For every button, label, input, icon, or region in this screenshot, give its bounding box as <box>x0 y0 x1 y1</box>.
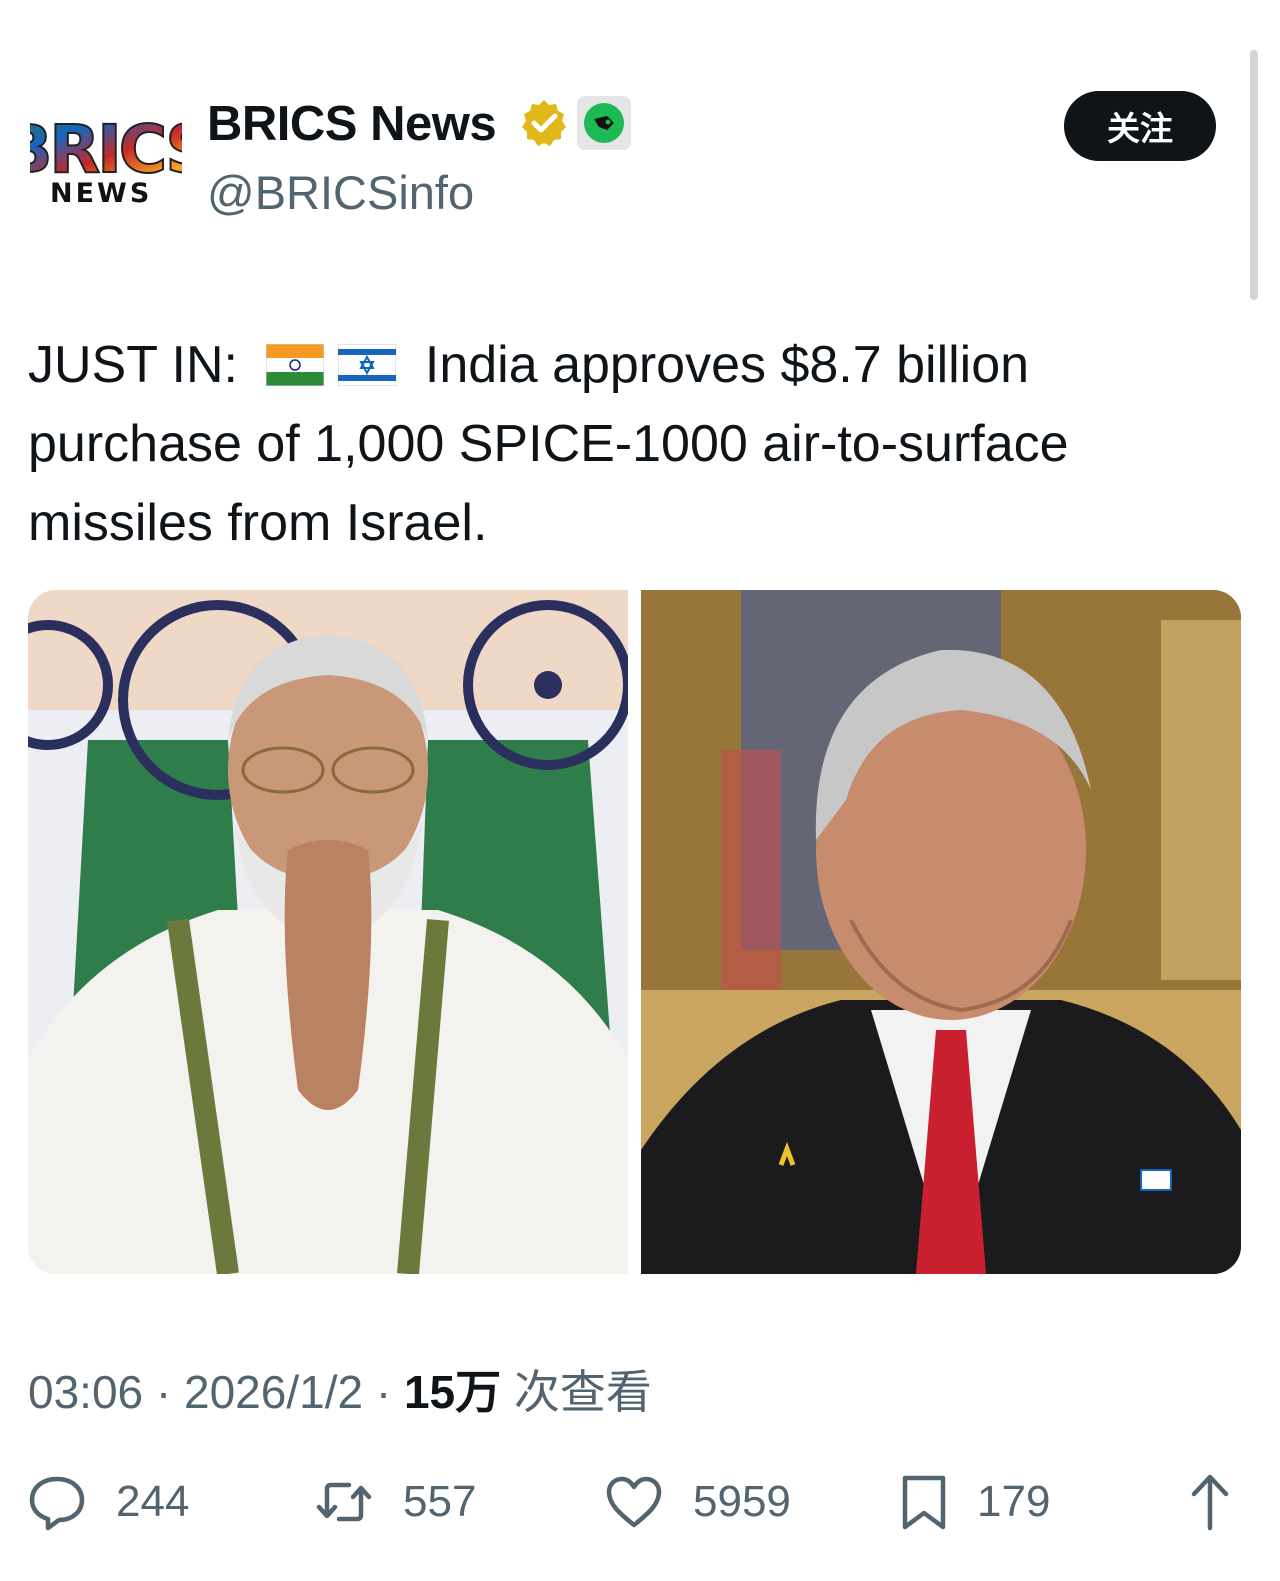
tweet-prefix: JUST IN: <box>28 336 238 394</box>
reply-icon <box>29 1476 85 1531</box>
logo-brics-text: BRICS <box>30 111 182 180</box>
tweet-line-1: India approves $8.7 billion <box>424 336 1030 394</box>
follow-button[interactable]: 关注 <box>1064 91 1216 161</box>
account-avatar[interactable]: BRICS NEWS <box>30 110 182 220</box>
photo-indian-leader[interactable] <box>28 590 628 1274</box>
account-handle[interactable]: @BRICSinfo <box>207 165 474 220</box>
account-name[interactable]: BRICS News <box>207 96 497 152</box>
bookmark-icon <box>902 1475 946 1530</box>
reply-button[interactable]: 244 <box>28 1470 189 1534</box>
scrollbar[interactable] <box>1250 50 1258 300</box>
view-label: 次查看 <box>513 1365 652 1419</box>
india-flag-icon <box>266 344 325 386</box>
tweet-media <box>28 590 1241 1274</box>
repost-button[interactable]: 557 <box>315 1470 476 1534</box>
bookmark-count: 179 <box>977 1477 1051 1526</box>
bookmark-button[interactable]: 179 <box>895 1470 1050 1534</box>
logo-news-text: NEWS <box>50 178 153 209</box>
meta-separator: · <box>155 1366 172 1418</box>
verified-badge-icon <box>522 100 566 146</box>
action-bar: 244 557 5959 179 <box>0 1470 1280 1540</box>
tweet-line-3: missiles from Israel. <box>28 494 488 552</box>
tweet-line-2: purchase of 1,000 SPICE-1000 air-to-surf… <box>28 415 1069 473</box>
tweet-date[interactable]: 2026/1/2 <box>184 1366 363 1418</box>
israel-flag-icon <box>338 344 397 386</box>
view-count: 15万 <box>403 1366 502 1418</box>
share-icon[interactable] <box>1180 1470 1240 1534</box>
heart-icon <box>606 1476 662 1528</box>
repost-icon <box>316 1482 372 1522</box>
like-count: 5959 <box>693 1477 791 1526</box>
meta-separator: · <box>375 1366 392 1418</box>
repost-count: 557 <box>403 1477 477 1526</box>
tweet-text: JUST IN: India approves $8.7 billion pur… <box>28 326 1248 563</box>
like-button[interactable]: 5959 <box>605 1470 791 1534</box>
brics-logo: BRICS <box>30 110 182 180</box>
affiliate-badge-icon[interactable] <box>577 96 631 150</box>
tweet-time[interactable]: 03:06 <box>28 1366 143 1418</box>
tweet-meta: 03:06 · 2026/1/2 · 15万 次查看 <box>28 1356 652 1422</box>
reply-count: 244 <box>116 1477 190 1526</box>
photo-israeli-leader[interactable] <box>641 590 1241 1274</box>
